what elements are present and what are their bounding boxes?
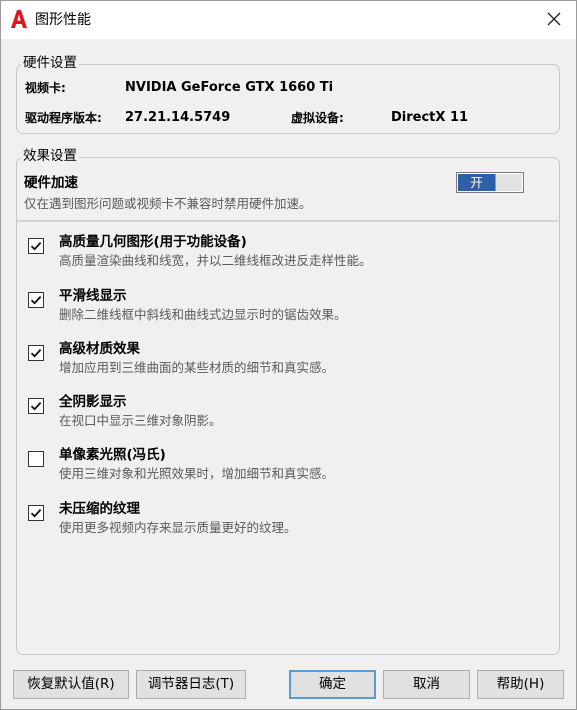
effect-option-checkbox[interactable] [28,238,44,254]
toggle-knob [495,174,522,191]
hardware-acceleration-toggle[interactable]: 开 [456,172,524,193]
effect-option-title[interactable]: 全阴影显示 [59,393,127,411]
title-bar: 图形性能 [1,1,576,39]
effect-option: 未压缩的纹理使用更多视频内存来显示质量更好的纹理。 [28,500,548,544]
effect-option-checkbox[interactable] [28,292,44,308]
graphics-performance-dialog: 图形性能 硬件设置 视频卡: NVIDIA GeForce GTX 1660 T… [0,0,577,710]
effect-option-title[interactable]: 单像素光照(冯氏) [59,446,166,464]
checkmark-icon [30,295,42,305]
divider [17,220,558,222]
effect-option: 单像素光照(冯氏) 使用三维对象和光照效果时，增加细节和真实感。 [28,446,548,490]
effect-option-checkbox[interactable] [28,345,44,361]
effect-option: 全阴影显示在视口中显示三维对象阴影。 [28,393,548,437]
effect-option: 高质量几何图形(用于功能设备) 高质量渲染曲线和线宽，并以二维线框改进反走样性能。 [28,233,548,277]
effect-option-desc: 使用更多视频内存来显示质量更好的纹理。 [59,520,297,535]
effect-option-desc: 使用三维对象和光照效果时，增加细节和真实感。 [59,466,335,481]
help-button[interactable]: 帮助(H) [477,670,564,699]
effect-option: 高级材质效果增加应用到三维曲面的某些材质的细节和真实感。 [28,340,548,384]
effect-option-checkbox[interactable] [28,451,44,467]
checkmark-icon [30,401,42,411]
effect-option-desc: 增加应用到三维曲面的某些材质的细节和真实感。 [59,360,335,375]
effect-option-checkbox[interactable] [28,398,44,414]
driver-version-label: 驱动程序版本: [25,111,102,125]
effect-option-title[interactable]: 高质量几何图形(用于功能设备) [59,233,247,251]
close-button[interactable] [536,3,572,35]
ok-button[interactable]: 确定 [289,670,376,699]
checkmark-icon [30,241,42,251]
driver-version-value: 27.21.14.5749 [125,110,231,125]
virtual-device-label: 虚拟设备: [291,111,344,125]
effect-option-title[interactable]: 平滑线显示 [59,287,127,305]
effect-option-checkbox[interactable] [28,505,44,521]
toggle-on-label: 开 [458,174,495,191]
video-card-value: NVIDIA GeForce GTX 1660 Ti [125,80,334,95]
close-icon [547,12,561,26]
effect-option-title[interactable]: 未压缩的纹理 [59,500,140,518]
restore-defaults-button[interactable]: 恢复默认值(R) [13,670,129,699]
checkmark-icon [30,348,42,358]
effect-option: 平滑线显示删除二维线框中斜线和曲线式边显示时的锯齿效果。 [28,287,548,331]
virtual-device-value: DirectX 11 [391,110,469,125]
autocad-logo-icon [11,10,27,28]
window-title: 图形性能 [35,12,91,28]
video-card-label: 视频卡: [25,81,66,95]
hardware-acceleration-desc: 仅在遇到图形问题或视频卡不兼容时禁用硬件加速。 [24,196,312,211]
tuner-log-button[interactable]: 调节器日志(T) [136,670,246,699]
effect-option-desc: 高质量渲染曲线和线宽，并以二维线框改进反走样性能。 [59,253,372,268]
hardware-settings-caption: 硬件设置 [21,55,79,71]
effect-option-title[interactable]: 高级材质效果 [59,340,140,358]
effect-option-desc: 在视口中显示三维对象阴影。 [59,413,222,428]
cancel-button[interactable]: 取消 [383,670,470,699]
hardware-acceleration-title: 硬件加速 [24,175,78,191]
checkmark-icon [30,508,42,518]
effects-settings-caption: 效果设置 [21,148,79,164]
effect-option-desc: 删除二维线框中斜线和曲线式边显示时的锯齿效果。 [59,307,347,322]
